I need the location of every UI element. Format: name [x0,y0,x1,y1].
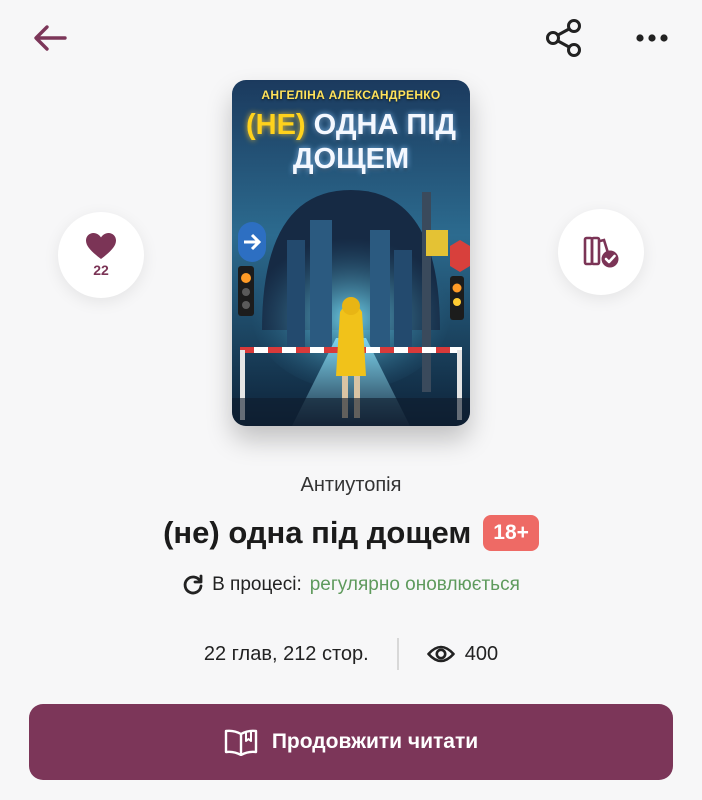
book-status: В процесі: регулярно оновлюється [0,574,702,596]
open-book-icon [224,729,258,756]
like-button[interactable]: 22 [58,212,144,298]
status-value: регулярно оновлюється [309,574,520,595]
library-check-icon [583,236,619,268]
chapters-pages-count: 22 глав, 212 стор. [203,642,369,665]
back-button[interactable] [28,18,72,58]
heart-icon [86,233,116,259]
continue-reading-button[interactable]: Продовжити читати [29,704,673,780]
share-icon [546,19,581,57]
arrow-left-icon [34,25,67,51]
refresh-icon [183,574,203,595]
eye-icon [426,645,455,663]
title-row: (не) одна під дощем 18+ [0,515,702,551]
cover-author: АНГЕЛІНА АЛЕКСАНДРЕНКО [261,88,441,102]
book-genre[interactable]: Антиутопія [0,474,702,497]
share-button[interactable] [540,14,588,62]
views-count: 400 [426,642,499,666]
cover-title-line2: ДОЩЕМ [292,143,410,175]
status-label: В процесі: [212,574,302,595]
age-rating-badge: 18+ [483,515,539,551]
stats-divider [396,638,399,670]
top-bar [0,0,702,80]
cover-title-line1: ОДНА ПІД [313,109,456,141]
continue-reading-label: Продовжити читати [271,730,479,753]
book-stats: 22 глав, 212 стор. 400 [0,636,702,672]
book-cover[interactable]: АНГЕЛІНА АЛЕКСАНДРЕНКО (НЕ) ОДНА ПІД ДОЩ… [232,80,470,426]
book-title: (не) одна під дощем [163,515,472,550]
more-options-button[interactable] [628,16,676,60]
more-horizontal-icon [636,34,668,42]
add-to-library-button[interactable] [558,209,644,295]
views-value: 400 [464,642,499,665]
cover-title-highlight: (НЕ) [245,109,306,141]
like-count: 22 [93,262,109,278]
cover-title: (НЕ) ОДНА ПІД ДОЩЕМ [232,108,470,176]
